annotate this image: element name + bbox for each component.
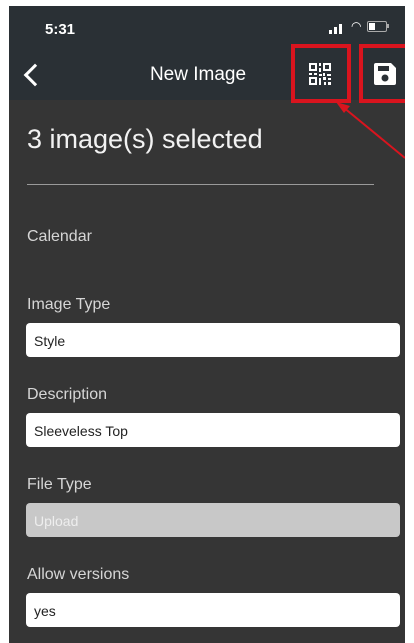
phone-screen: 5:31 ◠ New Image 3 image(s) selected Cal… [9, 6, 405, 643]
image-type-label: Image Type [27, 296, 111, 313]
signal-icon [334, 27, 337, 34]
description-label: Description [27, 386, 108, 403]
status-icons: ◠ [329, 19, 389, 34]
allow-versions-label: Allow versions [27, 566, 130, 583]
file-type-field: Upload [26, 503, 400, 537]
calendar-label[interactable]: Calendar [27, 228, 92, 246]
qr-highlight-box [291, 44, 351, 103]
signal-icon [329, 30, 332, 34]
file-type-label: File Type [27, 476, 92, 493]
battery-icon [367, 21, 387, 32]
selection-summary: 3 image(s) selected [27, 124, 263, 154]
battery-cap [387, 24, 389, 28]
status-time: 5:31 [45, 21, 76, 38]
description-field[interactable]: Sleeveless Top [26, 413, 400, 447]
image-type-field[interactable]: Style [26, 323, 400, 357]
divider [27, 184, 374, 185]
allow-versions-field[interactable]: yes [26, 593, 400, 627]
wifi-icon: ◠ [351, 19, 362, 33]
save-highlight-box [359, 44, 405, 103]
signal-icon [339, 24, 342, 34]
